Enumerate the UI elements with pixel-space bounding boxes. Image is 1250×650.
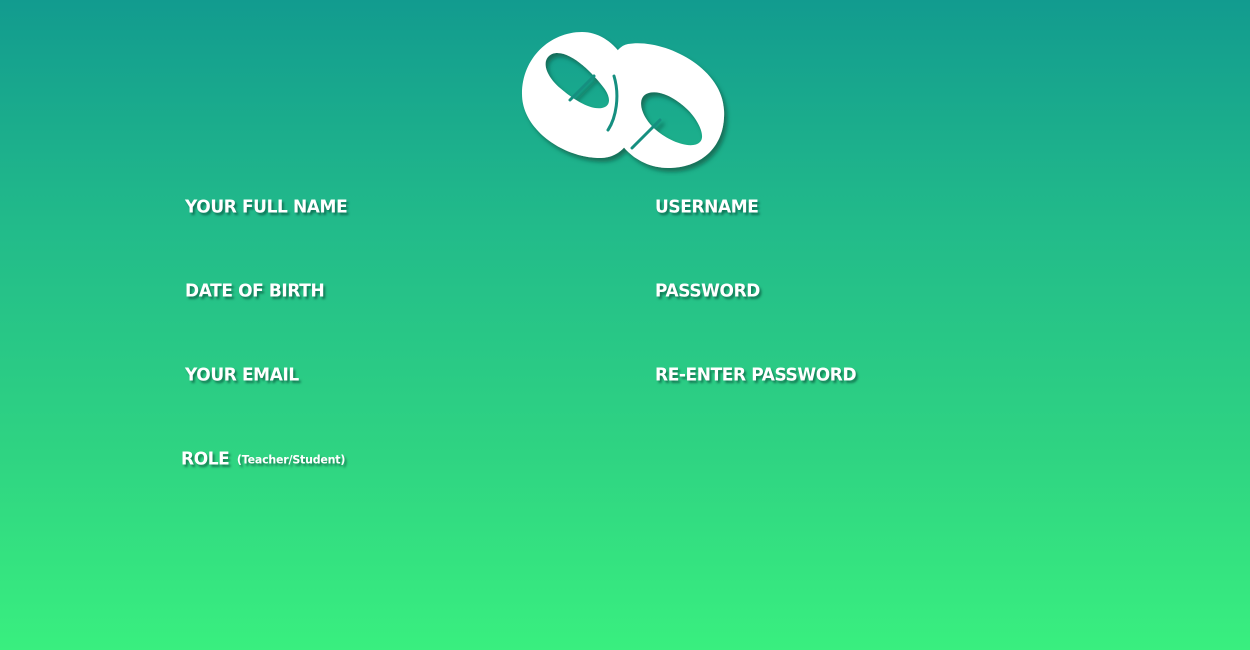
username-label: USERNAME [655,197,759,218]
full-name-label: YOUR FULL NAME [185,197,348,218]
role-label-group: ROLE (Teacher/Student) [181,449,345,471]
role-input[interactable] [181,474,561,508]
full-name-input[interactable] [185,222,565,256]
username-input[interactable] [655,222,1035,256]
reenter-password-label: RE-ENTER PASSWORD [655,365,857,386]
password-input[interactable] [655,306,1035,340]
email-label: YOUR EMAIL [185,365,299,386]
password-label: PASSWORD [655,281,760,302]
date-of-birth-label: DATE OF BIRTH [185,281,325,302]
interlocking-rings-logo-icon [522,32,725,168]
role-hint: (Teacher/Student) [236,453,346,467]
email-input[interactable] [185,390,565,424]
reenter-password-input[interactable] [655,390,1035,424]
role-label: ROLE [181,449,230,470]
date-of-birth-input[interactable] [185,306,565,340]
